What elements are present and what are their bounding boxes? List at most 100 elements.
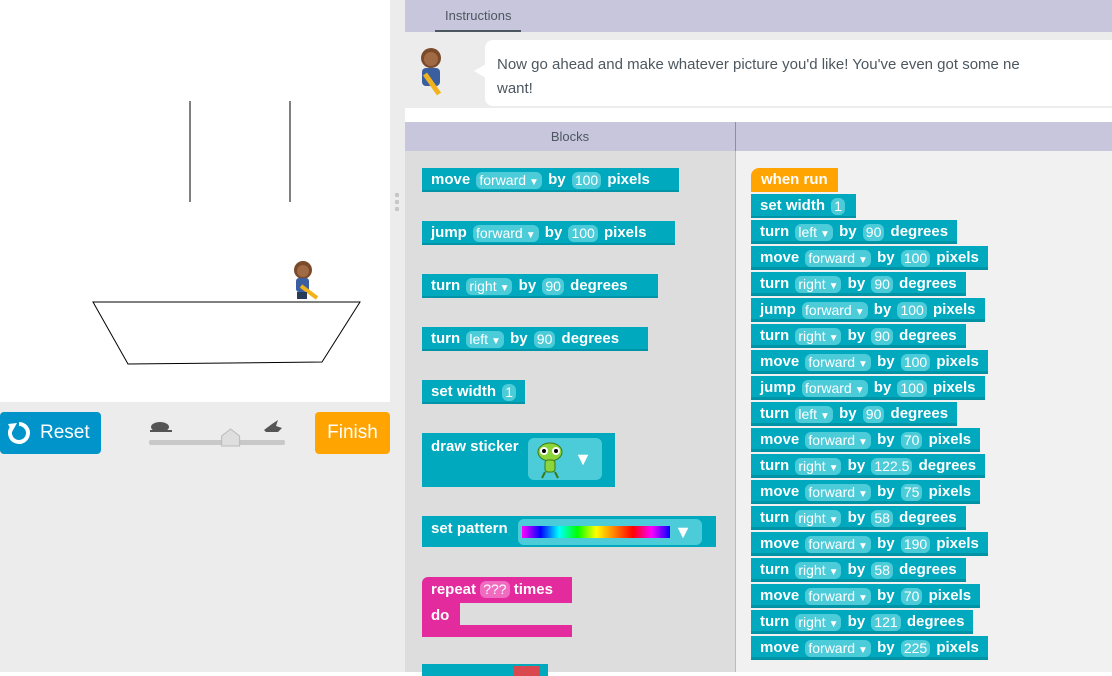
direction-dropdown[interactable]: forward ▼ bbox=[476, 171, 542, 189]
ws-move-block[interactable]: move forward ▼ by 75 pixels bbox=[751, 480, 981, 504]
direction-dropdown[interactable]: right ▼ bbox=[795, 613, 842, 631]
direction-dropdown[interactable]: forward ▼ bbox=[805, 535, 871, 553]
amount-field[interactable]: 100 bbox=[897, 301, 927, 319]
ws-move-block[interactable]: move forward ▼ by 100 pixels bbox=[751, 246, 988, 270]
ws-jump-block[interactable]: jump forward ▼ by 100 pixels bbox=[751, 376, 985, 400]
amount-field[interactable]: 121 bbox=[871, 613, 901, 631]
color-field[interactable] bbox=[514, 666, 540, 676]
ws-turn-block[interactable]: turn left ▼ by 90 degrees bbox=[751, 402, 958, 426]
direction-dropdown[interactable]: forward ▼ bbox=[802, 379, 868, 397]
toolbox-set-width-block[interactable]: set width 1 bbox=[422, 380, 525, 404]
direction-dropdown[interactable]: right ▼ bbox=[795, 275, 842, 293]
amount-field[interactable]: 100 bbox=[571, 171, 602, 189]
block-text: degrees bbox=[890, 405, 949, 422]
direction-dropdown[interactable]: forward ▼ bbox=[805, 483, 871, 501]
direction-dropdown[interactable]: forward ▼ bbox=[802, 301, 868, 319]
toolbox-draw-sticker-block[interactable]: draw sticker ▼ bbox=[422, 433, 615, 487]
ws-set-width-block[interactable]: set width 1 bbox=[751, 194, 856, 218]
dropdown-arrow-icon: ▼ bbox=[858, 592, 868, 604]
amount-field[interactable]: 90 bbox=[862, 223, 885, 241]
toolbox-jump-block[interactable]: jump forward ▼ by 100 pixels bbox=[422, 221, 675, 245]
direction-dropdown[interactable]: right ▼ bbox=[795, 509, 842, 527]
amount-field[interactable]: 90 bbox=[871, 275, 893, 293]
direction-dropdown[interactable]: left ▼ bbox=[795, 405, 833, 423]
instructions-line-2: want! bbox=[497, 80, 533, 97]
direction-dropdown[interactable]: forward ▼ bbox=[805, 587, 871, 605]
when-run-block[interactable]: when run bbox=[751, 168, 838, 192]
direction-dropdown[interactable]: right ▼ bbox=[466, 277, 513, 295]
speed-slider[interactable] bbox=[146, 416, 288, 456]
amount-field[interactable]: 90 bbox=[542, 277, 564, 295]
direction-dropdown[interactable]: forward ▼ bbox=[805, 431, 871, 449]
finish-button[interactable]: Finish bbox=[315, 412, 390, 454]
direction-dropdown[interactable]: left ▼ bbox=[466, 330, 504, 348]
amount-field[interactable]: 58 bbox=[871, 509, 893, 527]
slider-thumb[interactable] bbox=[221, 428, 241, 447]
amount-field[interactable]: 100 bbox=[897, 379, 927, 397]
block-text: set width bbox=[431, 383, 497, 400]
ws-turn-block[interactable]: turn right ▼ by 90 degrees bbox=[751, 324, 966, 348]
direction-dropdown[interactable]: left ▼ bbox=[795, 223, 833, 241]
amount-field[interactable]: 100 bbox=[900, 353, 931, 371]
amount-field[interactable]: 122.5 bbox=[871, 457, 913, 475]
dropdown-arrow-icon: ▼ bbox=[858, 644, 868, 656]
width-field[interactable]: 1 bbox=[831, 197, 845, 215]
ws-turn-block[interactable]: turn right ▼ by 90 degrees bbox=[751, 272, 966, 296]
block-text: move bbox=[760, 249, 800, 266]
artist-character-icon bbox=[294, 261, 319, 300]
ws-turn-block[interactable]: turn right ▼ by 58 degrees bbox=[751, 506, 966, 530]
direction-dropdown[interactable]: right ▼ bbox=[795, 457, 842, 475]
dropdown-value: forward bbox=[808, 353, 856, 370]
ws-move-block[interactable]: move forward ▼ by 100 pixels bbox=[751, 350, 988, 374]
amount-field[interactable]: 90 bbox=[533, 330, 556, 348]
toolbox-set-pattern-block[interactable]: set pattern ▼ bbox=[422, 516, 716, 547]
direction-dropdown[interactable]: forward ▼ bbox=[805, 353, 871, 371]
toolbox-move-block[interactable]: move forward ▼ by 100 pixels bbox=[422, 168, 679, 192]
ws-jump-block[interactable]: jump forward ▼ by 100 pixels bbox=[751, 298, 985, 322]
dropdown-value: forward bbox=[479, 171, 527, 188]
dropdown-value: right bbox=[798, 613, 826, 630]
amount-field[interactable]: 58 bbox=[871, 561, 893, 579]
ws-move-block[interactable]: move forward ▼ by 190 pixels bbox=[751, 532, 988, 556]
direction-dropdown[interactable]: forward ▼ bbox=[805, 249, 871, 267]
block-text: degrees bbox=[899, 561, 957, 578]
ws-move-block[interactable]: move forward ▼ by 225 pixels bbox=[751, 636, 988, 660]
ws-move-block[interactable]: move forward ▼ by 70 pixels bbox=[751, 428, 981, 452]
block-text: pixels bbox=[928, 587, 972, 604]
amount-field[interactable]: 75 bbox=[900, 483, 923, 501]
ws-turn-block[interactable]: turn right ▼ by 122.5 degrees bbox=[751, 454, 986, 478]
amount-field[interactable]: 90 bbox=[862, 405, 885, 423]
panel-resize-handle[interactable] bbox=[395, 193, 401, 213]
sticker-dropdown[interactable]: ▼ bbox=[528, 438, 602, 480]
drawing-canvas bbox=[0, 0, 390, 402]
toolbox-turn-left-block[interactable]: turn left ▼ by 90 degrees bbox=[422, 327, 648, 351]
reset-button[interactable]: Reset bbox=[0, 412, 101, 454]
toolbox-partial-block[interactable] bbox=[422, 664, 548, 676]
ws-turn-block[interactable]: turn right ▼ by 121 degrees bbox=[751, 610, 974, 634]
pattern-dropdown[interactable]: ▼ bbox=[518, 519, 702, 545]
direction-dropdown[interactable]: right ▼ bbox=[795, 327, 842, 345]
amount-field[interactable]: 100 bbox=[900, 249, 931, 267]
direction-dropdown[interactable]: forward ▼ bbox=[473, 224, 539, 242]
block-text: by bbox=[839, 405, 857, 422]
amount-field[interactable]: 70 bbox=[900, 587, 923, 605]
ws-move-block[interactable]: move forward ▼ by 70 pixels bbox=[751, 584, 981, 608]
repeat-count-field[interactable]: ??? bbox=[480, 581, 510, 598]
toolbox-turn-right-block[interactable]: turn right ▼ by 90 degrees bbox=[422, 274, 658, 298]
amount-field[interactable]: 190 bbox=[900, 535, 931, 553]
rabbit-icon bbox=[264, 420, 282, 432]
width-field[interactable]: 1 bbox=[502, 383, 516, 401]
amount-field[interactable]: 225 bbox=[900, 639, 931, 657]
amount-field[interactable]: 70 bbox=[900, 431, 923, 449]
ws-turn-block[interactable]: turn right ▼ by 58 degrees bbox=[751, 558, 966, 582]
block-text: by bbox=[847, 275, 866, 292]
toolbox-repeat-block[interactable]: repeat ??? times do bbox=[422, 577, 572, 639]
ws-turn-block[interactable]: turn left ▼ by 90 degrees bbox=[751, 220, 958, 244]
dropdown-arrow-icon: ▼ bbox=[858, 488, 868, 500]
amount-field[interactable]: 100 bbox=[568, 224, 598, 242]
direction-dropdown[interactable]: forward ▼ bbox=[805, 639, 871, 657]
block-text: repeat bbox=[431, 581, 477, 598]
tab-instructions[interactable]: Instructions bbox=[435, 6, 522, 32]
direction-dropdown[interactable]: right ▼ bbox=[795, 561, 842, 579]
amount-field[interactable]: 90 bbox=[871, 327, 893, 345]
